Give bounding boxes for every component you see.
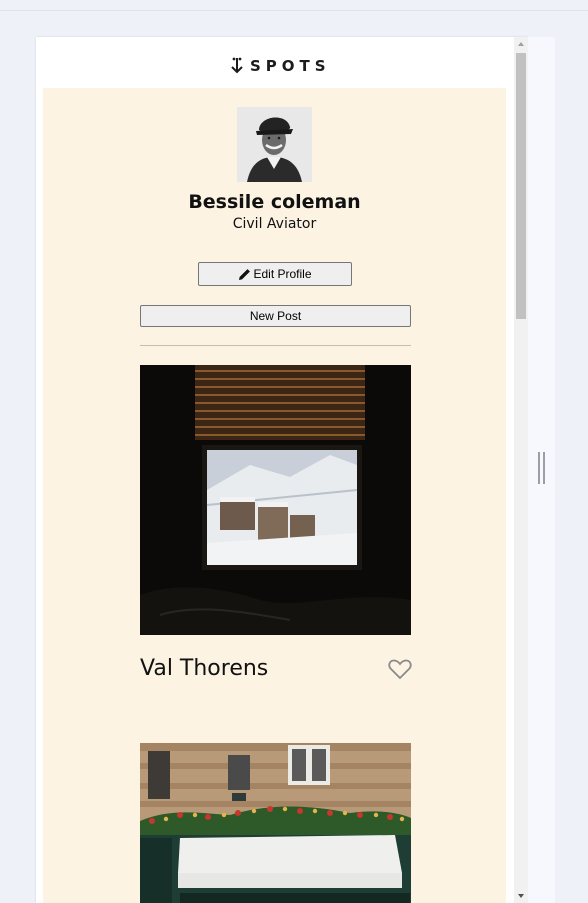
- logo-text: SPOTS: [250, 57, 331, 75]
- scrollbar-thumb[interactable]: [516, 53, 526, 319]
- profile-photo: [237, 107, 312, 182]
- logo[interactable]: SPOTS: [230, 54, 331, 78]
- profile-name: Bessile coleman: [188, 191, 361, 213]
- down-arrow-dots-icon: [231, 57, 243, 74]
- restaurant-storefront-photo: [140, 743, 411, 903]
- header: SPOTS: [36, 37, 514, 88]
- heart-icon[interactable]: [388, 658, 412, 680]
- divider: [140, 345, 411, 346]
- window-snowy-town-photo: [140, 365, 411, 635]
- scroll-up-arrow-icon[interactable]: [514, 37, 528, 51]
- avatar: [237, 107, 312, 182]
- card-title: Val Thorens: [140, 656, 269, 681]
- card-image[interactable]: [140, 743, 411, 903]
- profile-job: Civil Aviator: [232, 216, 317, 232]
- app-viewport: SPOTS Bessile coleman Civil Aviator Edit: [36, 37, 528, 903]
- resize-handle[interactable]: [538, 452, 546, 484]
- edit-profile-button[interactable]: Edit Profile: [198, 262, 352, 286]
- scrollbar[interactable]: [514, 37, 528, 903]
- new-post-button[interactable]: New Post: [140, 305, 411, 327]
- new-post-label: New Post: [249, 309, 302, 323]
- pencil-icon: [239, 268, 251, 280]
- edit-profile-label: Edit Profile: [253, 267, 312, 281]
- scroll-down-arrow-icon[interactable]: [514, 889, 528, 903]
- main-content: Bessile coleman Civil Aviator Edit Profi…: [43, 88, 506, 903]
- card-image[interactable]: [140, 365, 411, 635]
- browser-top-edge: [0, 0, 588, 11]
